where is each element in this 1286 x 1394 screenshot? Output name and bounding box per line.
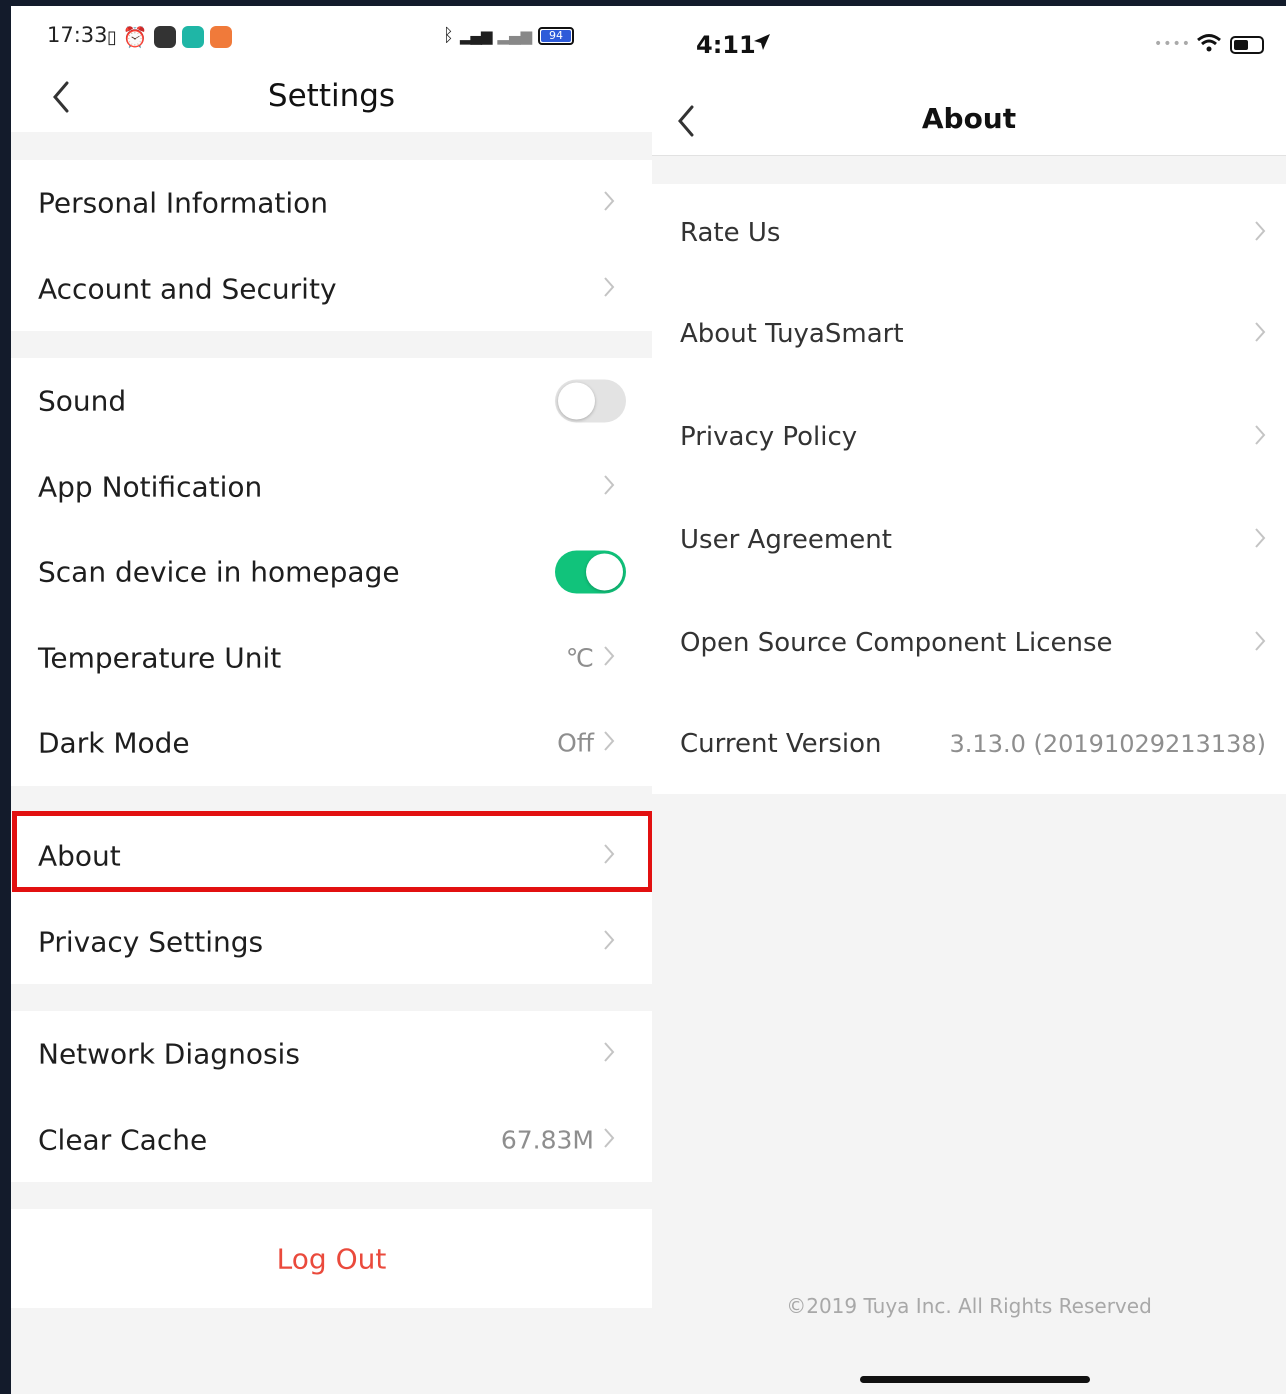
home-indicator[interactable] xyxy=(860,1376,1090,1383)
row-value: ℃ xyxy=(565,643,594,672)
row-personal-information[interactable]: Personal Information xyxy=(11,160,652,246)
row-sound: Sound xyxy=(11,358,652,444)
row-label: Scan device in homepage xyxy=(38,555,400,589)
row-dark-mode[interactable]: Dark Mode Off xyxy=(11,700,652,786)
row-current-version: Current Version 3.13.0 (20191029213138) xyxy=(652,694,1286,794)
row-label: About TuyaSmart xyxy=(680,318,904,349)
row-network-diagnosis[interactable]: Network Diagnosis xyxy=(11,1011,652,1097)
signal-icon: ▂▄▆ xyxy=(459,26,493,45)
row-user-agreement[interactable]: User Agreement xyxy=(652,488,1286,591)
bluetooth-icon: ᛒ xyxy=(443,25,454,46)
row-open-source-license[interactable]: Open Source Component License xyxy=(652,591,1286,694)
row-label: Privacy Settings xyxy=(38,925,264,958)
page-title: Settings xyxy=(267,78,396,114)
chevron-right-icon xyxy=(603,276,615,302)
status-time: 17:33 xyxy=(47,23,108,47)
about-screen: 4:11 •••• About Rate Us About TuyaSmart … xyxy=(652,6,1286,1394)
location-arrow-icon xyxy=(752,32,772,56)
chevron-right-icon xyxy=(603,730,615,756)
row-label: About xyxy=(38,839,121,873)
chevron-right-icon xyxy=(603,1041,615,1067)
version-value: 3.13.0 (20191029213138) xyxy=(949,730,1266,758)
wifi-icon xyxy=(1196,33,1222,57)
vibrate-icon: ▯ xyxy=(107,26,117,48)
chevron-right-icon xyxy=(603,843,615,869)
toggle-knob xyxy=(586,553,623,591)
row-label: App Notification xyxy=(38,470,263,503)
signal-icon-2: ▂▄▆ xyxy=(497,26,533,45)
logout-button[interactable]: Log Out xyxy=(11,1242,652,1275)
row-temperature-unit[interactable]: Temperature Unit ℃ xyxy=(11,615,652,700)
row-scan-device: Scan device in homepage xyxy=(11,529,652,615)
app-icon-dark xyxy=(153,26,176,48)
app-icon-teal xyxy=(181,26,204,48)
system-icons: ᛒ ▂▄▆ ▂▄▆ 94 xyxy=(443,25,575,46)
row-label: Personal Information xyxy=(38,186,329,220)
row-label: Sound xyxy=(38,384,127,418)
row-label: Clear Cache xyxy=(38,1123,208,1156)
row-about[interactable]: About xyxy=(11,813,652,899)
row-rate-us[interactable]: Rate Us xyxy=(652,184,1286,282)
battery-icon: 94 xyxy=(538,26,575,45)
chevron-right-icon xyxy=(1254,220,1266,246)
row-app-notification[interactable]: App Notification xyxy=(11,444,652,529)
section-preferences: Sound App Notification Scan device in ho… xyxy=(11,358,652,984)
chevron-right-icon xyxy=(1254,321,1266,347)
logout-section: Log Out xyxy=(11,1209,652,1308)
page-title: About xyxy=(921,102,1017,135)
chevron-right-icon xyxy=(1254,630,1266,656)
row-label: Dark Mode xyxy=(38,726,190,760)
chevron-right-icon xyxy=(603,929,615,955)
battery-icon xyxy=(1230,36,1264,54)
nav-bar: Settings xyxy=(11,68,652,132)
row-privacy-settings[interactable]: Privacy Settings xyxy=(11,899,652,984)
row-about-tuyasmart[interactable]: About TuyaSmart xyxy=(652,282,1286,385)
status-bar: 4:11 •••• xyxy=(652,6,1286,86)
chevron-right-icon xyxy=(603,1127,615,1153)
row-label: Rate Us xyxy=(680,218,781,248)
row-label: User Agreement xyxy=(680,524,892,555)
status-time: 4:11 xyxy=(696,31,756,59)
row-privacy-policy[interactable]: Privacy Policy xyxy=(652,385,1286,488)
toggle-knob xyxy=(558,382,595,420)
signal-dots-icon: •••• xyxy=(1154,36,1192,52)
row-label: Current Version xyxy=(680,729,882,759)
chevron-right-icon xyxy=(603,474,615,500)
app-icon-orange xyxy=(209,26,232,48)
row-label: Temperature Unit xyxy=(38,641,282,674)
row-account-security[interactable]: Account and Security xyxy=(11,246,652,331)
section-tools: Network Diagnosis Clear Cache 67.83M xyxy=(11,1011,652,1182)
notification-icons: ▯ ⏰ xyxy=(107,25,232,49)
row-value: 67.83M xyxy=(500,1125,594,1154)
sound-toggle[interactable] xyxy=(555,379,626,423)
row-clear-cache[interactable]: Clear Cache 67.83M xyxy=(11,1097,652,1182)
alarm-icon: ⏰ xyxy=(122,25,148,49)
row-label: Privacy Policy xyxy=(680,421,858,452)
chevron-right-icon xyxy=(1254,424,1266,450)
status-bar: 17:33 ▯ ⏰ ᛒ ▂▄▆ ▂▄▆ 94 xyxy=(11,6,652,68)
copyright-footer: ©2019 Tuya Inc. All Rights Reserved xyxy=(786,1294,1152,1318)
settings-screen: 17:33 ▯ ⏰ ᛒ ▂▄▆ ▂▄▆ 94 Settings Personal… xyxy=(11,6,652,1394)
row-label: Account and Security xyxy=(38,272,337,305)
section-divider xyxy=(11,786,652,813)
about-list: Rate Us About TuyaSmart Privacy Policy U… xyxy=(652,184,1286,794)
row-value: Off xyxy=(557,728,594,758)
row-label: Open Source Component License xyxy=(680,627,1113,658)
chevron-right-icon xyxy=(1254,527,1266,553)
chevron-right-icon xyxy=(603,190,615,216)
section-account: Personal Information Account and Securit… xyxy=(11,160,652,331)
chevron-right-icon xyxy=(603,645,615,671)
scan-device-toggle[interactable] xyxy=(555,550,626,594)
nav-bar: About xyxy=(652,86,1286,156)
row-label: Network Diagnosis xyxy=(38,1037,300,1071)
